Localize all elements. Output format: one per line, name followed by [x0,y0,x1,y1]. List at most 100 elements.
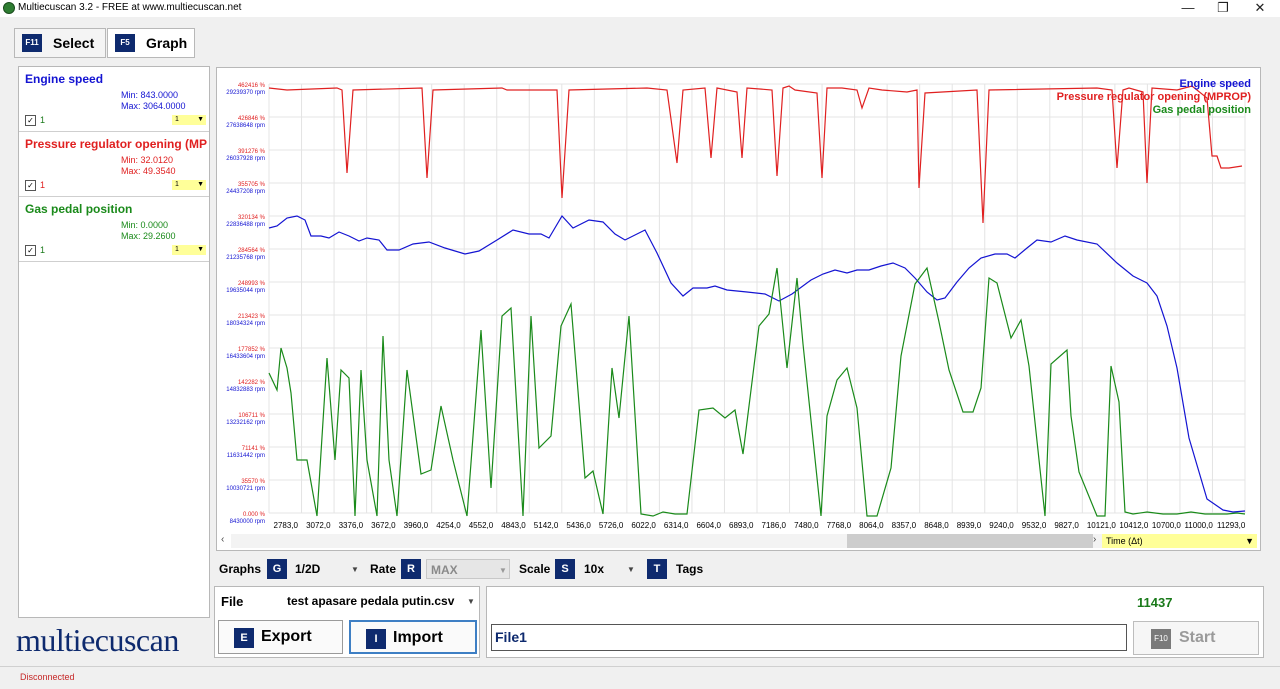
graph-canvas[interactable] [217,68,1260,550]
export-button[interactable]: E Export [218,620,343,654]
x-axis-tick-label: 6022,0 [631,521,656,530]
file-select[interactable]: test apasare pedala putin.csv ▼ [281,590,477,612]
session-name-field[interactable]: File1 [491,624,1127,651]
session-panel: 11437 File1 F10 Start [486,586,1264,658]
scale-value: 10x [584,562,605,576]
scroll-right-icon[interactable]: › [1093,534,1096,545]
file-panel: File test apasare pedala putin.csv ▼ E E… [214,586,480,658]
signal-min: Min: 0.0000 [121,220,169,230]
signal-name: Pressure regulator opening (MPROP) [25,137,207,151]
x-axis-tick-label: 5726,0 [598,521,624,530]
y-axis-label-rpm: 18034324 rpm [226,321,265,327]
f10-key-badge: F10 [1151,629,1171,649]
x-axis-tick-label: 2783,0 [273,521,298,530]
signal-checkbox[interactable]: ✓ [25,115,36,126]
tab-select-label: Select [53,35,95,51]
import-key-badge: I [366,629,386,649]
legend-engine-speed: Engine speed [1179,78,1251,90]
x-axis-tick-label: 3672,0 [371,521,396,530]
y-axis-label-rpm: 22836488 rpm [226,222,265,228]
close-button[interactable]: ✕ [1242,0,1278,17]
x-axis-tick-label: 5142,0 [533,521,559,530]
x-axis-tick-label: 8357,0 [891,521,917,530]
graphs-select[interactable]: 1/2D ▼ [291,558,361,580]
x-axis-mode-value: Time (Δt) [1106,536,1143,546]
y-axis-label-pressure: 391276 % [237,149,265,155]
signal-axis-select[interactable]: 1 ▼ [172,245,206,255]
x-axis-tick-label: 9532,0 [1021,521,1047,530]
file-value: test apasare pedala putin.csv [287,594,455,608]
y-axis-label-pressure: 213423 % [237,314,265,320]
y-axis-label-rpm: 14832883 rpm [226,387,265,393]
tags-label[interactable]: Tags [676,562,703,576]
x-axis-tick-label: 8064,0 [859,521,884,530]
y-axis-label-rpm: 26037928 rpm [226,156,265,162]
y-axis-label-pressure: 35570 % [241,479,265,485]
x-axis-tick-label: 6893,0 [729,521,754,530]
f11-key-badge: F11 [22,34,42,52]
sample-counter: 11437 [1137,595,1173,610]
signal-axis-select[interactable]: 1 ▼ [172,115,206,125]
signal-min: Min: 843.0000 [121,90,179,100]
legend-pressure-regulator: Pressure regulator opening (MPROP) [1056,91,1251,103]
multiecuscan-logo: multiecuscan [16,622,179,658]
chevron-down-icon: ▼ [627,565,635,574]
tags-key-badge[interactable]: T [647,559,667,579]
y-axis-label-rpm: 27638648 rpm [226,123,265,129]
x-axis-tick-label: 3960,0 [403,521,429,530]
graph-panel[interactable]: Engine speed Pressure regulator opening … [216,67,1261,551]
x-axis-tick-label: 3072,0 [306,521,331,530]
y-axis-label-rpm: 8430000 rpm [229,519,265,525]
signal-count: 1 [40,245,46,255]
x-axis-tick-label: 10700,0 [1151,521,1181,530]
y-axis-label-pressure: 462416 % [237,83,265,89]
x-axis-tick-label: 11293,0 [1217,521,1246,530]
x-axis-tick-label: 7768,0 [826,521,852,530]
export-key-badge: E [234,628,254,648]
import-label: Import [393,629,443,646]
signal-gas-pedal[interactable]: Gas pedal position Min: 0.0000 Max: 29.2… [19,197,209,262]
scale-select[interactable]: 10x ▼ [580,558,640,580]
app-logo-icon [3,2,15,14]
signal-checkbox[interactable]: ✓ [25,245,36,256]
x-axis-tick-label: 6314,0 [663,521,689,530]
scrollbar-thumb[interactable] [847,534,1093,548]
y-axis-label-pressure: 177852 % [237,347,265,353]
signal-pressure-regulator[interactable]: Pressure regulator opening (MPROP) Min: … [19,132,209,197]
x-axis-tick-label: 4843,0 [501,521,526,530]
tab-graph[interactable]: F5 Graph [107,28,195,58]
y-axis-label-pressure: 426846 % [237,116,265,122]
tab-select[interactable]: F11 Select [14,28,106,58]
rate-key-badge: R [401,559,421,579]
minimize-button[interactable]: — [1170,0,1206,17]
signal-max: Max: 3064.0000 [121,101,186,111]
signal-name: Engine speed [25,72,104,86]
x-axis-tick-label: 11000,0 [1184,521,1213,530]
x-axis-mode-select[interactable]: Time (Δt) ▼ [1102,534,1257,548]
rate-select[interactable]: MAX ▼ [426,559,510,579]
signal-axis-select[interactable]: 1 ▼ [172,180,206,190]
maximize-button[interactable]: ❐ [1205,0,1241,17]
series-line-pressure-regulator [268,85,1243,224]
signal-engine-speed[interactable]: Engine speed Min: 843.0000 Max: 3064.000… [19,67,209,132]
x-axis-tick-label: 5436,0 [566,521,591,530]
scroll-left-icon[interactable]: ‹ [221,534,224,545]
x-axis-tick-label: 4552,0 [468,521,494,530]
y-axis-label-rpm: 16433604 rpm [226,354,265,360]
chevron-down-icon: ▼ [467,597,475,606]
chevron-down-icon: ▼ [351,565,359,574]
chevron-down-icon: ▼ [1245,536,1254,546]
y-axis-label-pressure: 355705 % [237,182,265,188]
x-axis-tick-label: 10412,0 [1119,521,1149,530]
import-button[interactable]: I Import [349,620,477,654]
x-axis-tick-label: 9827,0 [1054,521,1079,530]
start-button[interactable]: F10 Start [1133,621,1259,655]
scale-key-badge: S [555,559,575,579]
signal-checkbox[interactable]: ✓ [25,180,36,191]
signal-list-panel: Engine speed Min: 843.0000 Max: 3064.000… [18,66,210,618]
graph-controls-bar: Graphs G 1/2D ▼ Rate R MAX ▼ Scale S 10x… [219,558,1259,582]
y-axis-label-rpm: 11631442 rpm [226,453,265,459]
rate-value: MAX [431,563,458,577]
y-axis-label-pressure: 142282 % [237,380,265,386]
x-axis-tick-label: 9240,0 [989,521,1014,530]
